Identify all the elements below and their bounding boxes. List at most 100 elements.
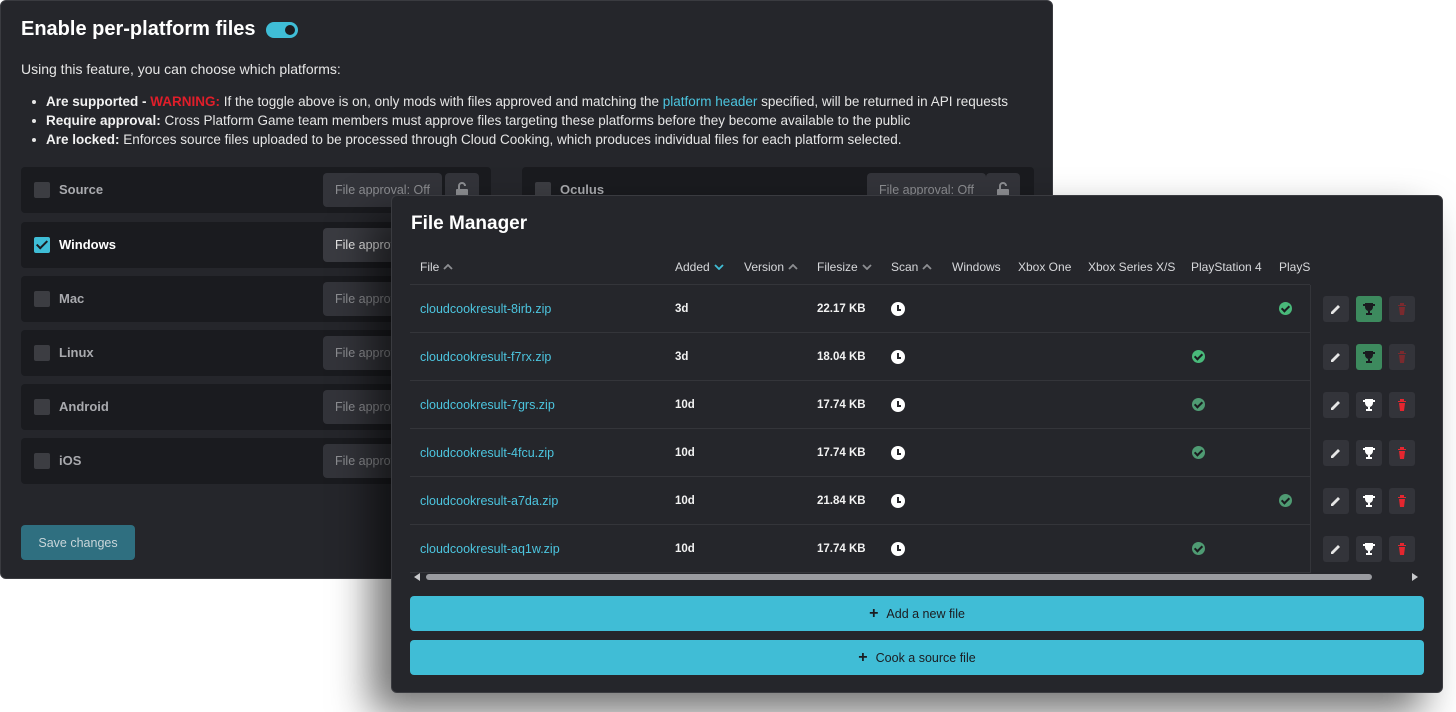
feature-supported: Are supported - WARNING: If the toggle a…: [32, 92, 1008, 111]
col-playstation-4: PlayStation 4: [1191, 249, 1262, 285]
platform-checkbox-linux[interactable]: [34, 345, 50, 361]
filesize-cell: 17.74 KB: [817, 399, 866, 411]
check-circle-icon: [1279, 302, 1292, 315]
file-link[interactable]: cloudcookresult-7grs.zip: [420, 381, 555, 429]
platform-checkbox-source[interactable]: [34, 182, 50, 198]
clock-icon: [891, 350, 905, 364]
platform-checkbox-mac[interactable]: [34, 291, 50, 307]
row-actions: [1310, 429, 1424, 477]
trash-icon: [1398, 447, 1406, 459]
feature-locked: Are locked: Enforces source files upload…: [32, 130, 1008, 149]
trophy-button[interactable]: [1356, 488, 1382, 514]
trophy-icon: [1363, 447, 1375, 459]
table-row: cloudcookresult-aq1w.zip 10d 17.74 KB: [410, 525, 1424, 573]
trash-icon: [1398, 303, 1406, 315]
settings-title: Enable per-platform files: [21, 18, 256, 40]
trophy-icon: [1363, 495, 1375, 507]
platform-name: Windows: [59, 237, 116, 252]
platform-name: iOS: [59, 453, 82, 468]
trophy-button[interactable]: [1356, 440, 1382, 466]
cook-source-button[interactable]: + Cook a source file: [410, 640, 1424, 675]
delete-button[interactable]: [1389, 488, 1415, 514]
filesize-cell: 17.74 KB: [817, 447, 866, 459]
table-row: cloudcookresult-a7da.zip 10d 21.84 KB: [410, 477, 1424, 525]
trophy-icon: [1363, 543, 1375, 555]
delete-button[interactable]: [1389, 440, 1415, 466]
delete-button[interactable]: [1389, 536, 1415, 562]
delete-button[interactable]: [1389, 296, 1415, 322]
col-label: File: [420, 260, 440, 274]
clock-icon: [891, 446, 905, 460]
check-circle-icon: [1192, 542, 1205, 555]
row-actions: [1310, 525, 1424, 573]
scroll-left-icon[interactable]: [414, 573, 420, 581]
platform-header-link[interactable]: platform header: [663, 94, 758, 109]
row-actions: [1310, 477, 1424, 525]
edit-button[interactable]: [1323, 344, 1349, 370]
col-version[interactable]: Version: [744, 249, 798, 285]
approval-label: Require approval:: [46, 113, 161, 128]
delete-button[interactable]: [1389, 344, 1415, 370]
col-file[interactable]: File: [420, 249, 453, 285]
trophy-button[interactable]: [1356, 344, 1382, 370]
supported-text-1: If the toggle above is on, only mods wit…: [220, 94, 663, 109]
col-label: Version: [744, 260, 785, 274]
platform-checkbox-android[interactable]: [34, 399, 50, 415]
check-circle-icon: [1192, 398, 1205, 411]
scrollbar-thumb[interactable]: [426, 574, 1372, 580]
check-circle-icon: [1192, 350, 1205, 363]
delete-button[interactable]: [1389, 392, 1415, 418]
file-link[interactable]: cloudcookresult-4fcu.zip: [420, 429, 554, 477]
actions-header: [1310, 249, 1424, 285]
check-circle-icon: [1279, 494, 1292, 507]
clock-icon: [891, 398, 905, 412]
check-circle-icon: [1192, 446, 1205, 459]
col-label: Xbox Series X/S: [1088, 260, 1176, 274]
cook-source-label: Cook a source file: [875, 650, 976, 665]
file-link[interactable]: cloudcookresult-f7rx.zip: [420, 333, 551, 381]
trophy-button[interactable]: [1356, 296, 1382, 322]
platform-checkbox-windows[interactable]: [34, 237, 50, 253]
edit-button[interactable]: [1323, 296, 1349, 322]
file-manager-title: File Manager: [411, 213, 528, 234]
filesize-cell: 18.04 KB: [817, 351, 866, 363]
col-scan[interactable]: Scan: [891, 249, 932, 285]
col-windows: Windows: [952, 249, 1001, 285]
file-link[interactable]: cloudcookresult-a7da.zip: [420, 477, 558, 525]
table-row: cloudcookresult-4fcu.zip 10d 17.74 KB: [410, 429, 1424, 477]
save-changes-button[interactable]: Save changes: [21, 525, 135, 560]
table-header: File Added Version Filesize Scan Windows…: [410, 249, 1424, 285]
file-link[interactable]: cloudcookresult-aq1w.zip: [420, 525, 560, 573]
feature-list: Are supported - WARNING: If the toggle a…: [32, 92, 1008, 149]
edit-button[interactable]: [1323, 392, 1349, 418]
col-filesize[interactable]: Filesize: [817, 249, 872, 285]
per-platform-toggle[interactable]: [265, 21, 298, 38]
horizontal-scrollbar[interactable]: [412, 572, 1420, 582]
locked-text: Enforces source files uploaded to be pro…: [119, 132, 902, 147]
edit-button[interactable]: [1323, 488, 1349, 514]
col-added[interactable]: Added: [675, 249, 724, 285]
trash-icon: [1398, 351, 1406, 363]
edit-button[interactable]: [1323, 440, 1349, 466]
settings-header: Enable per-platform files: [21, 18, 298, 41]
scroll-right-icon[interactable]: [1412, 573, 1418, 581]
chevron-up-icon: [443, 264, 453, 270]
trophy-button[interactable]: [1356, 536, 1382, 562]
locked-label: Are locked:: [46, 132, 120, 147]
platform-checkbox-ios[interactable]: [34, 453, 50, 469]
edit-button[interactable]: [1323, 536, 1349, 562]
pencil-icon: [1331, 497, 1340, 506]
trophy-button[interactable]: [1356, 392, 1382, 418]
pencil-icon: [1331, 401, 1340, 410]
supported-label: Are supported -: [46, 94, 151, 109]
col-xbox-one: Xbox One: [1018, 249, 1071, 285]
platform-name: Linux: [59, 345, 94, 360]
file-link[interactable]: cloudcookresult-8irb.zip: [420, 285, 551, 333]
trophy-icon: [1363, 303, 1375, 315]
file-manager-panel: File Manager File Added Version Filesize…: [391, 195, 1443, 693]
add-file-label: Add a new file: [886, 606, 965, 621]
pencil-icon: [1331, 353, 1340, 362]
row-actions: [1310, 333, 1424, 381]
add-file-button[interactable]: + Add a new file: [410, 596, 1424, 631]
col-label: Filesize: [817, 260, 858, 274]
